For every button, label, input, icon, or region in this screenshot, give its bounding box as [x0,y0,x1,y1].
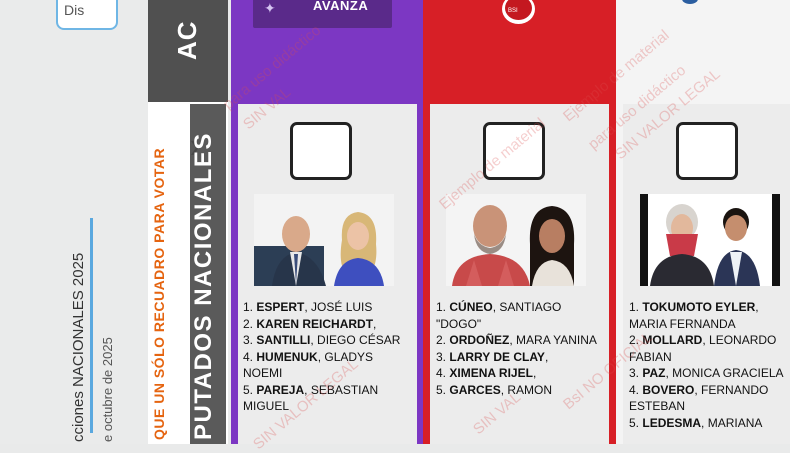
candidate-photo-2 [446,194,586,286]
candidate-surname: ESPERT [256,300,305,314]
list-item: 3. PAZ, MONICA GRACIELA [629,366,784,380]
candidate-surname: PAZ [642,366,666,380]
list-item: 1. CÚNEO, SANTIAGO "DOGO" [436,300,562,331]
header-ac-label: AC [172,20,202,60]
candidate-surname: LEDESMA [642,415,702,430]
vote-checkbox-1[interactable] [290,122,352,180]
candidate-name: , [373,316,377,331]
candidate-photo-3 [640,194,780,286]
candidate-name: , [544,349,549,364]
candidate-surname: BOVERO [642,382,695,397]
category-label: PUTADOS NACIONALES [190,132,217,440]
candidate-surname: ORDOÑEZ [449,333,510,347]
candidate-surname: CÚNEO [449,300,493,314]
list-item: 2. KAREN REICHARDT, [243,316,377,331]
vote-instruction: QUE UN SÓLO RECUADRO PARA VOTAR [151,147,167,440]
candidate-name: , JOSÉ LUIS [304,300,373,314]
list-item: 5. LEDESMA, MARIANA [629,415,763,430]
candidate-surname: PAREJA [256,382,305,397]
candidate-surname: SANTILLI [256,333,311,347]
candidate-surname: TOKUMOTO EYLER [642,300,756,314]
candidate-name: , DIEGO CÉSAR [310,333,401,347]
candidate-name: , MARA YANINA [509,333,597,347]
candidate-list-3: 1. TOKUMOTO EYLER, MARIA FERNANDA 2. MOL… [629,299,790,431]
list-item: 3. LARRY DE CLAY, [436,349,549,364]
candidate-surname: KAREN REICHARDT [256,316,374,331]
party-logo-1-text: AVANZA [313,0,369,13]
list-item: 2. MOLLARD, LEONARDO FABIAN [629,333,777,364]
candidate-name: , MARIANA [701,415,763,430]
list-item: 4. BOVERO, FERNANDO ESTEBAN [629,382,769,414]
list-item: 4. XIMENA RIJEL, [436,366,537,380]
candidate-surname: XIMENA RIJEL [449,366,533,380]
candidate-surname: HUMENUK [256,349,318,364]
candidate-surname: GARCES [449,382,501,397]
candidate-name: , MONICA GRACIELA [665,366,784,380]
list-item: 1. ESPERT, JOSÉ LUIS [243,300,373,314]
vote-checkbox-3[interactable] [676,122,738,180]
party-logo-emblem-icon: ✦ [264,0,276,16]
list-item: 2. ORDOÑEZ, MARA YANINA [436,333,597,347]
party-logo-2-text: BSI [508,8,518,14]
disc-label: Dis [64,2,85,18]
list-item: 3. SANTILLI, DIEGO CÉSAR [243,333,401,347]
title-underline [90,218,93,433]
candidate-photo-1 [254,194,394,286]
candidate-list-1: 1. ESPERT, JOSÉ LUIS 2. KAREN REICHARDT,… [243,299,413,415]
election-title: cciones NACIONALES 2025 [70,252,87,442]
candidate-name: , [532,366,537,380]
election-date: e octubre de 2025 [100,337,115,442]
list-item: 1. TOKUMOTO EYLER, MARIA FERNANDA [629,300,759,331]
candidate-surname: LARRY DE CLAY [449,349,545,364]
